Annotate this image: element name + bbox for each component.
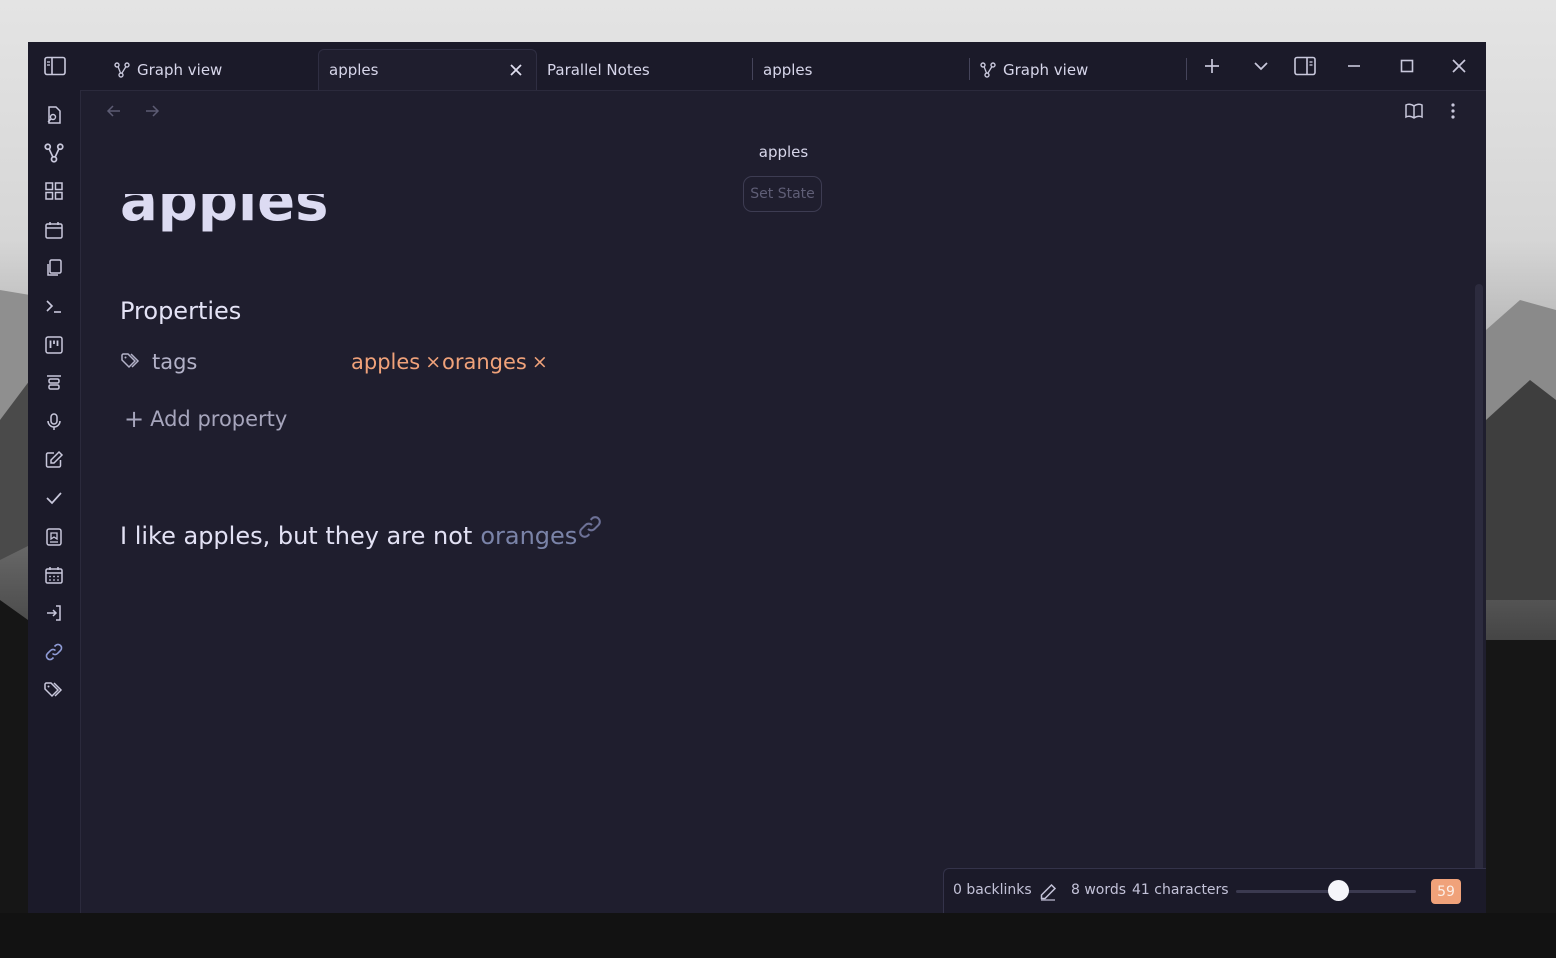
kanban-icon[interactable] bbox=[42, 333, 66, 357]
tags-icon bbox=[120, 351, 142, 373]
new-tab-icon[interactable] bbox=[1196, 50, 1228, 82]
pencil-icon[interactable] bbox=[1039, 883, 1057, 901]
status-badge[interactable]: 59 bbox=[1431, 879, 1461, 904]
command-palette-icon[interactable] bbox=[42, 294, 66, 318]
property-key-label: tags bbox=[152, 350, 198, 374]
tab-label: apples bbox=[763, 60, 813, 79]
more-options-icon[interactable] bbox=[1442, 100, 1464, 122]
daily-note-icon[interactable] bbox=[42, 218, 66, 242]
note-body-line[interactable]: I like apples, but they are not oranges bbox=[120, 516, 603, 550]
character-count: 41 characters bbox=[1132, 882, 1229, 898]
zoom-slider-handle[interactable] bbox=[1328, 880, 1350, 901]
tab-label: Graph view bbox=[1003, 60, 1089, 79]
canvas-icon[interactable] bbox=[42, 179, 66, 203]
new-note-icon[interactable] bbox=[42, 448, 66, 472]
word-count: 8 words bbox=[1071, 882, 1127, 898]
remove-tag-icon[interactable]: × bbox=[532, 351, 548, 373]
link-chain-icon bbox=[577, 514, 603, 540]
right-sidebar-toggle-icon[interactable] bbox=[1289, 50, 1321, 82]
inline-title[interactable]: apples bbox=[120, 194, 520, 242]
graph-view-icon[interactable] bbox=[42, 141, 66, 165]
scrollbar[interactable] bbox=[1475, 284, 1483, 913]
close-icon[interactable] bbox=[506, 60, 526, 80]
tab-apples-2[interactable]: apples bbox=[753, 49, 969, 90]
left-ribbon bbox=[28, 90, 81, 913]
tag-label: oranges bbox=[442, 350, 527, 374]
graph-icon bbox=[980, 61, 996, 78]
tag-pill-apples[interactable]: apples × bbox=[351, 350, 441, 374]
tag-label: apples bbox=[351, 350, 421, 374]
reading-view-icon[interactable] bbox=[1403, 100, 1425, 122]
body-text: I like apples, but they are not bbox=[120, 522, 473, 550]
templates-icon[interactable] bbox=[42, 256, 66, 280]
back-arrow-icon[interactable] bbox=[103, 100, 125, 122]
calendar-icon[interactable] bbox=[42, 563, 66, 587]
tasks-icon[interactable] bbox=[42, 486, 66, 510]
tab-apples-active[interactable]: apples bbox=[318, 49, 537, 90]
tab-graph-view-2[interactable]: Graph view bbox=[970, 49, 1186, 90]
tag-pill-oranges[interactable]: oranges × bbox=[442, 350, 548, 374]
add-property-label: Add property bbox=[150, 407, 288, 431]
bookmark-icon[interactable] bbox=[42, 525, 66, 549]
minimize-icon[interactable] bbox=[1338, 50, 1370, 82]
status-bar: 0 backlinks 8 words 41 characters 59 bbox=[943, 868, 1486, 913]
slides-icon[interactable] bbox=[42, 371, 66, 395]
set-state-button[interactable]: Set State bbox=[743, 176, 822, 212]
sidebar-toggle-icon[interactable] bbox=[39, 50, 71, 82]
tab-parallel-notes[interactable]: Parallel Notes bbox=[537, 49, 752, 90]
audio-recorder-icon[interactable] bbox=[42, 410, 66, 434]
editor-view: apples Set State apples Properties tags … bbox=[81, 90, 1486, 913]
inline-title-text: apples bbox=[120, 194, 329, 234]
open-quick-switcher-icon[interactable] bbox=[42, 103, 66, 127]
maximize-icon[interactable] bbox=[1391, 50, 1423, 82]
tab-label: Parallel Notes bbox=[547, 60, 650, 79]
graph-icon bbox=[114, 61, 130, 78]
remove-tag-icon[interactable]: × bbox=[425, 351, 441, 373]
property-key[interactable]: tags bbox=[120, 350, 197, 374]
tags-icon[interactable] bbox=[42, 678, 66, 702]
plus-icon: + bbox=[124, 405, 145, 433]
title-bar: Graph view apples Parallel Notes apples … bbox=[28, 42, 1486, 91]
tab-graph-view-1[interactable]: Graph view bbox=[104, 49, 318, 90]
forward-arrow-icon[interactable] bbox=[141, 100, 163, 122]
app-window: Graph view apples Parallel Notes apples … bbox=[28, 42, 1486, 913]
internal-link[interactable]: oranges bbox=[480, 522, 577, 550]
chevron-down-icon[interactable] bbox=[1245, 50, 1277, 82]
properties-heading[interactable]: Properties bbox=[120, 297, 241, 325]
tab-label: apples bbox=[329, 61, 379, 79]
view-header-title[interactable]: apples bbox=[81, 143, 1486, 161]
zoom-slider-track[interactable] bbox=[1236, 890, 1416, 893]
tab-label: Graph view bbox=[137, 60, 223, 79]
property-row-tags: tags apples × oranges × bbox=[120, 350, 720, 380]
link-icon[interactable] bbox=[42, 640, 66, 664]
tab-divider bbox=[1186, 58, 1187, 80]
import-icon[interactable] bbox=[42, 601, 66, 625]
backlinks-count[interactable]: 0 backlinks bbox=[953, 882, 1032, 898]
add-property-button[interactable]: + Add property bbox=[124, 405, 287, 433]
close-window-icon[interactable] bbox=[1443, 50, 1475, 82]
